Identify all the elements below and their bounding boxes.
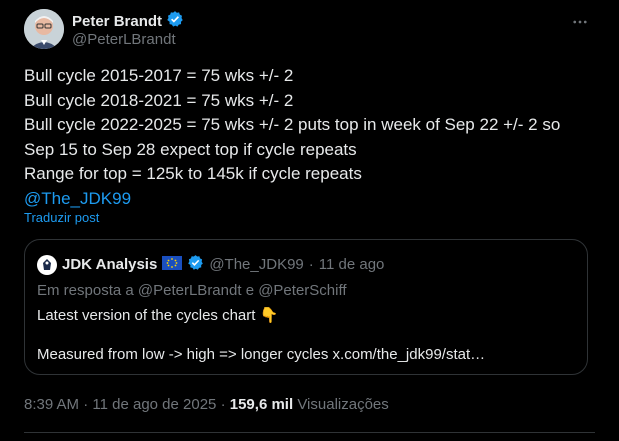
author-name[interactable]: Peter Brandt <box>72 13 162 30</box>
quote-header: JDK Analysis @The_JDK99 · 11 de ago <box>37 254 384 275</box>
post-line: Sep 15 to Sep 28 expect top if cycle rep… <box>24 139 357 159</box>
quote-author-name[interactable]: JDK Analysis <box>62 256 157 273</box>
separator-dot: · <box>220 396 226 413</box>
quote-author-handle[interactable]: @The_JDK99 <box>209 256 303 273</box>
post-text: Bull cycle 2015-2017 = 75 wks +/- 2 Bull… <box>24 64 604 211</box>
post: Peter Brandt @PeterLBrandt Bull cycle 20… <box>0 0 619 441</box>
quote-time[interactable]: 11 de ago <box>319 256 385 273</box>
verified-badge-icon <box>166 10 184 32</box>
separator-dot: · <box>83 396 89 413</box>
post-line: Bull cycle 2015-2017 = 75 wks +/- 2 <box>24 66 294 85</box>
divider <box>24 432 595 433</box>
author-handle[interactable]: @PeterLBrandt <box>72 31 176 48</box>
post-line: Bull cycle 2022-2025 = 75 wks +/- 2 puts… <box>24 115 561 134</box>
post-line: Bull cycle 2018-2021 = 75 wks +/- 2 <box>24 90 294 110</box>
author-name-row[interactable]: Peter Brandt <box>72 10 184 32</box>
views-label: Visualizações <box>297 396 389 413</box>
author-avatar[interactable] <box>24 9 64 49</box>
reply-join: e <box>245 282 255 299</box>
quote-text-line: Measured from low -> high => longer cycl… <box>37 346 486 363</box>
post-metadata: 8:39 AM · 11 de ago de 2025 · 159,6 mil … <box>24 396 389 413</box>
quote-text: Latest version of the cycles chart <box>37 307 256 324</box>
verified-badge-icon <box>187 254 204 275</box>
quote-avatar[interactable] <box>37 254 57 275</box>
reply-prefix: Em resposta a <box>37 282 134 299</box>
views-count: 159,6 mil <box>229 396 294 413</box>
reply-user-link[interactable]: @PeterLBrandt <box>138 282 242 299</box>
eu-flag-icon <box>162 255 183 274</box>
more-options-button[interactable] <box>567 9 593 35</box>
post-line: Range for top = 125k to 145k if cycle re… <box>24 164 362 183</box>
translate-post-link[interactable]: Traduzir post <box>24 210 99 225</box>
quoted-post[interactable]: JDK Analysis @The_JDK99 · 11 de ago Em r… <box>24 239 588 375</box>
more-horizontal-icon <box>573 20 587 24</box>
separator-dot: · <box>308 256 314 273</box>
pointing-down-emoji: 👇 <box>259 307 279 324</box>
mention-link[interactable]: @The_JDK99 <box>24 187 604 212</box>
post-time[interactable]: 8:39 AM <box>24 396 79 413</box>
quote-text-line: Latest version of the cycles chart 👇 <box>37 306 278 324</box>
reply-context: Em resposta a @PeterLBrandt e @PeterSchi… <box>37 282 347 299</box>
reply-user-link[interactable]: @PeterSchiff <box>258 282 346 299</box>
post-date[interactable]: 11 de ago de 2025 <box>92 396 216 413</box>
